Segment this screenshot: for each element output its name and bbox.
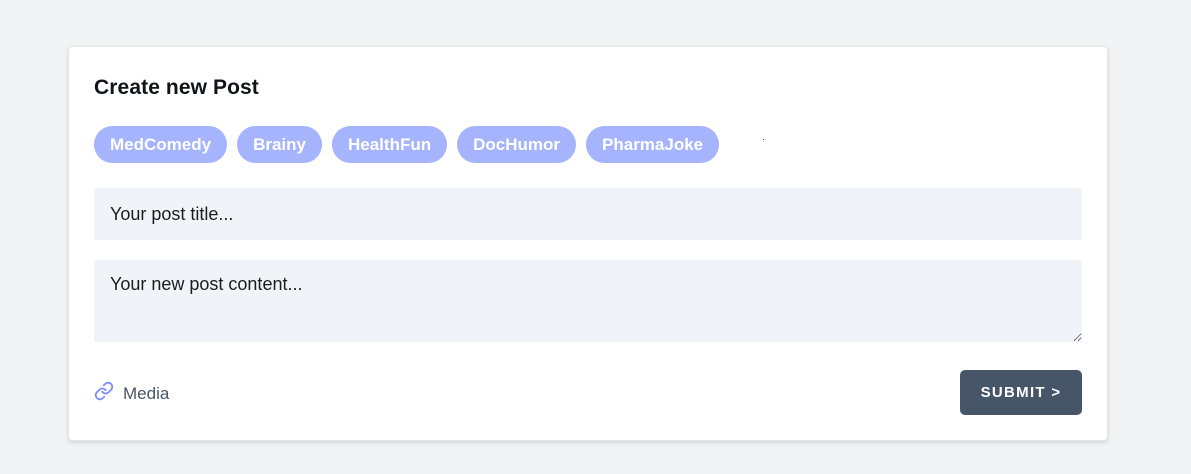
tag-medcomedy[interactable]: MedComedy (94, 126, 228, 163)
page-title: Create new Post (94, 76, 259, 99)
tag-pharmajoke[interactable]: PharmaJoke (586, 126, 720, 163)
media-link[interactable]: Media (94, 381, 169, 406)
submit-button[interactable]: SUBMIT > (960, 370, 1082, 415)
media-label: Media (123, 383, 170, 403)
tag-dochumor[interactable]: DocHumor (457, 126, 577, 163)
post-content-textarea[interactable] (94, 260, 1082, 342)
create-post-card: Create new Post MedComedy Brainy HealthF… (68, 46, 1108, 441)
tag-healthfun[interactable]: HealthFun (332, 126, 448, 163)
tag-list: MedComedy Brainy HealthFun DocHumor Phar… (94, 126, 720, 163)
post-title-input[interactable] (94, 188, 1082, 240)
link-icon (94, 381, 114, 406)
stray-dot (763, 139, 764, 140)
tag-brainy[interactable]: Brainy (237, 126, 322, 163)
